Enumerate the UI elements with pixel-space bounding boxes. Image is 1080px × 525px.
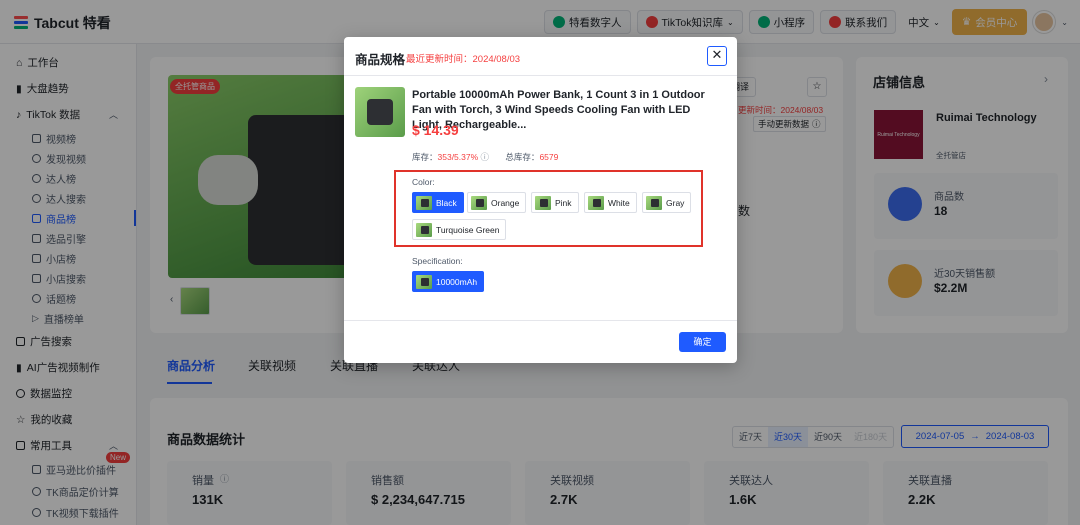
close-icon[interactable]: ✕ (707, 46, 727, 66)
info-icon[interactable]: ⓘ (481, 152, 492, 162)
option-label: Turquoise Green (436, 224, 500, 235)
option-label: Gray (666, 197, 685, 208)
color-option-orange[interactable]: Orange (467, 192, 527, 213)
color-option-gray[interactable]: Gray (642, 192, 692, 213)
color-option-black[interactable]: Black (412, 192, 464, 213)
option-label: Pink (555, 197, 572, 208)
confirm-button[interactable]: 确定 (679, 332, 726, 352)
variant-thumbnail (646, 195, 662, 210)
product-price: $ 14.39 (412, 122, 459, 138)
stock-info: 库存：353/5.37% ⓘ 总库存：6579 (412, 151, 558, 163)
modal-title: 商品规格 (355, 53, 406, 67)
color-option-turquoise-green[interactable]: Turquoise Green (412, 219, 507, 240)
option-label: 10000mAh (436, 276, 478, 287)
option-label: Black (436, 197, 457, 208)
variant-thumbnail (416, 195, 432, 210)
spec-label: Specification: (412, 256, 463, 266)
divider (344, 320, 737, 321)
option-label: White (608, 197, 630, 208)
color-label: Color: (412, 177, 435, 187)
product-spec-modal: 商品规格 最近更新时间：2024/08/03 ✕ Portable 10000m… (344, 37, 737, 363)
product-thumbnail (355, 87, 405, 137)
variant-thumbnail (416, 222, 432, 237)
variant-thumbnail (471, 195, 487, 210)
stock-value: 353/5.37% (437, 152, 479, 162)
variant-thumbnail (535, 195, 551, 210)
spec-option-10000mah[interactable]: 10000mAh (412, 271, 485, 292)
variant-thumbnail (588, 195, 604, 210)
stock-label: 库存： (412, 152, 438, 162)
option-label: Orange (491, 197, 520, 208)
color-option-white[interactable]: White (584, 192, 637, 213)
total-stock-label: 总库存： (505, 152, 540, 162)
variant-thumbnail (416, 274, 432, 289)
total-stock-value: 6579 (539, 152, 559, 162)
color-option-pink[interactable]: Pink (531, 192, 579, 213)
divider (344, 75, 737, 76)
modal-update-time: 最近更新时间：2024/08/03 (406, 54, 521, 65)
